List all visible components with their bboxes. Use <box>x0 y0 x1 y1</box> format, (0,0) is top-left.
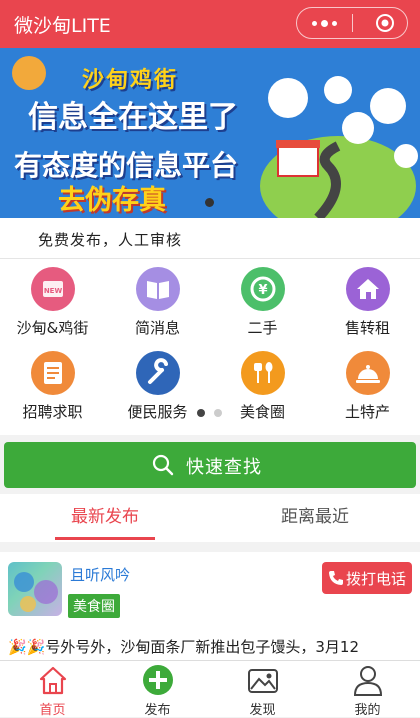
category-label: 土特产 <box>344 403 390 421</box>
call-button-label: 拨打电话 <box>346 570 407 588</box>
brand-logo-icon <box>12 56 46 90</box>
cloche-icon <box>345 351 390 395</box>
book-icon <box>135 267 180 311</box>
category-grid: NEW 沙甸&鸡街 简消息 ¥ 二手 售转租 招聘求职 便民服务 美食圈 土特产 <box>0 258 420 435</box>
post-category-tag[interactable]: 美食圈 <box>68 594 120 618</box>
tab-label: 距离最近 <box>281 507 349 527</box>
mini-program-capsule <box>296 7 408 39</box>
more-icon[interactable] <box>297 8 352 38</box>
grid-page-dot-active[interactable] <box>197 409 205 417</box>
wrench-icon <box>135 351 180 395</box>
banner-line-1: 信息全在这里了 <box>28 100 238 135</box>
user-icon <box>353 666 382 696</box>
active-tab-underline <box>55 537 155 540</box>
tab-label: 最新发布 <box>71 507 139 527</box>
banner-brand: 沙甸鸡街 <box>82 68 179 93</box>
bottom-tab-bar: 首页 发布 发现 我的 <box>0 660 420 718</box>
tab-nearest[interactable]: 距离最近 <box>210 494 420 542</box>
banner-indicator-dot <box>205 198 214 207</box>
grid-page-dot[interactable] <box>214 409 222 417</box>
category-label: 沙甸&鸡街 <box>16 319 89 337</box>
svg-text:¥: ¥ <box>258 283 267 298</box>
tabbar-label: 发布 <box>144 703 171 718</box>
post-card[interactable]: 且听风吟 美食圈 拨打电话 🎉🎉号外号外，沙甸面条厂新推出包子馒头，3月12 <box>0 552 420 660</box>
post-author[interactable]: 且听风吟 <box>70 564 130 585</box>
post-excerpt[interactable]: 🎉🎉号外号外，沙甸面条厂新推出包子馒头，3月12 <box>8 636 418 657</box>
feed-tabs: 最新发布 距离最近 <box>0 494 420 542</box>
app-title: 微沙甸LITE <box>14 15 111 37</box>
plus-icon <box>142 665 173 695</box>
banner-line-3: 去伪存真 <box>58 185 166 216</box>
category-label: 简消息 <box>134 319 180 337</box>
category-sale-rent[interactable]: 售转租 <box>315 259 420 339</box>
title-bar: 微沙甸LITE <box>0 0 420 48</box>
category-label: 便民服务 <box>127 403 188 421</box>
tabbar-label: 首页 <box>39 703 66 718</box>
search-icon <box>152 454 174 476</box>
tab-latest[interactable]: 最新发布 <box>0 494 210 542</box>
recycle-yen-icon: ¥ <box>240 267 285 311</box>
category-local-products[interactable]: 土特产 <box>315 343 420 423</box>
new-badge-icon: NEW <box>30 267 75 311</box>
tabbar-home[interactable]: 首页 <box>0 661 105 718</box>
notice-text: 免费发布，人工审核 <box>38 231 183 249</box>
quick-search-label: 快速查找 <box>186 457 262 478</box>
capsule-divider <box>352 14 353 32</box>
tabbar-label: 我的 <box>354 703 381 718</box>
quick-search-button[interactable]: 快速查找 <box>4 442 416 488</box>
document-icon <box>30 351 75 395</box>
category-jobs[interactable]: 招聘求职 <box>0 343 105 423</box>
town-illustration-icon <box>260 76 418 218</box>
category-second-hand[interactable]: ¥ 二手 <box>210 259 315 339</box>
tabbar-label: 发现 <box>249 703 276 718</box>
discover-icon <box>247 669 278 693</box>
tabbar-discover[interactable]: 发现 <box>210 661 315 718</box>
category-label: 售转租 <box>344 319 390 337</box>
phone-icon <box>329 571 343 585</box>
category-news[interactable]: 简消息 <box>105 259 210 339</box>
tabbar-publish[interactable]: 发布 <box>105 661 210 718</box>
tabbar-mine[interactable]: 我的 <box>315 661 420 718</box>
svg-text:NEW: NEW <box>43 287 62 295</box>
notice-bar: 免费发布，人工审核 <box>0 218 420 258</box>
close-icon[interactable] <box>375 13 395 33</box>
category-services[interactable]: 便民服务 <box>105 343 210 423</box>
category-label: 招聘求职 <box>22 403 83 421</box>
call-button[interactable]: 拨打电话 <box>322 562 412 594</box>
category-label: 美食圈 <box>239 403 285 421</box>
home-icon <box>39 666 66 695</box>
house-icon <box>345 267 390 311</box>
category-food[interactable]: 美食圈 <box>210 343 315 423</box>
category-label: 二手 <box>247 319 278 337</box>
fork-spoon-icon <box>240 351 285 395</box>
promo-banner[interactable]: 沙甸鸡街 信息全在这里了 有态度的信息平台 去伪存真 <box>0 48 420 218</box>
category-shadian-jijie[interactable]: NEW 沙甸&鸡街 <box>0 259 105 339</box>
post-avatar[interactable] <box>8 562 62 616</box>
